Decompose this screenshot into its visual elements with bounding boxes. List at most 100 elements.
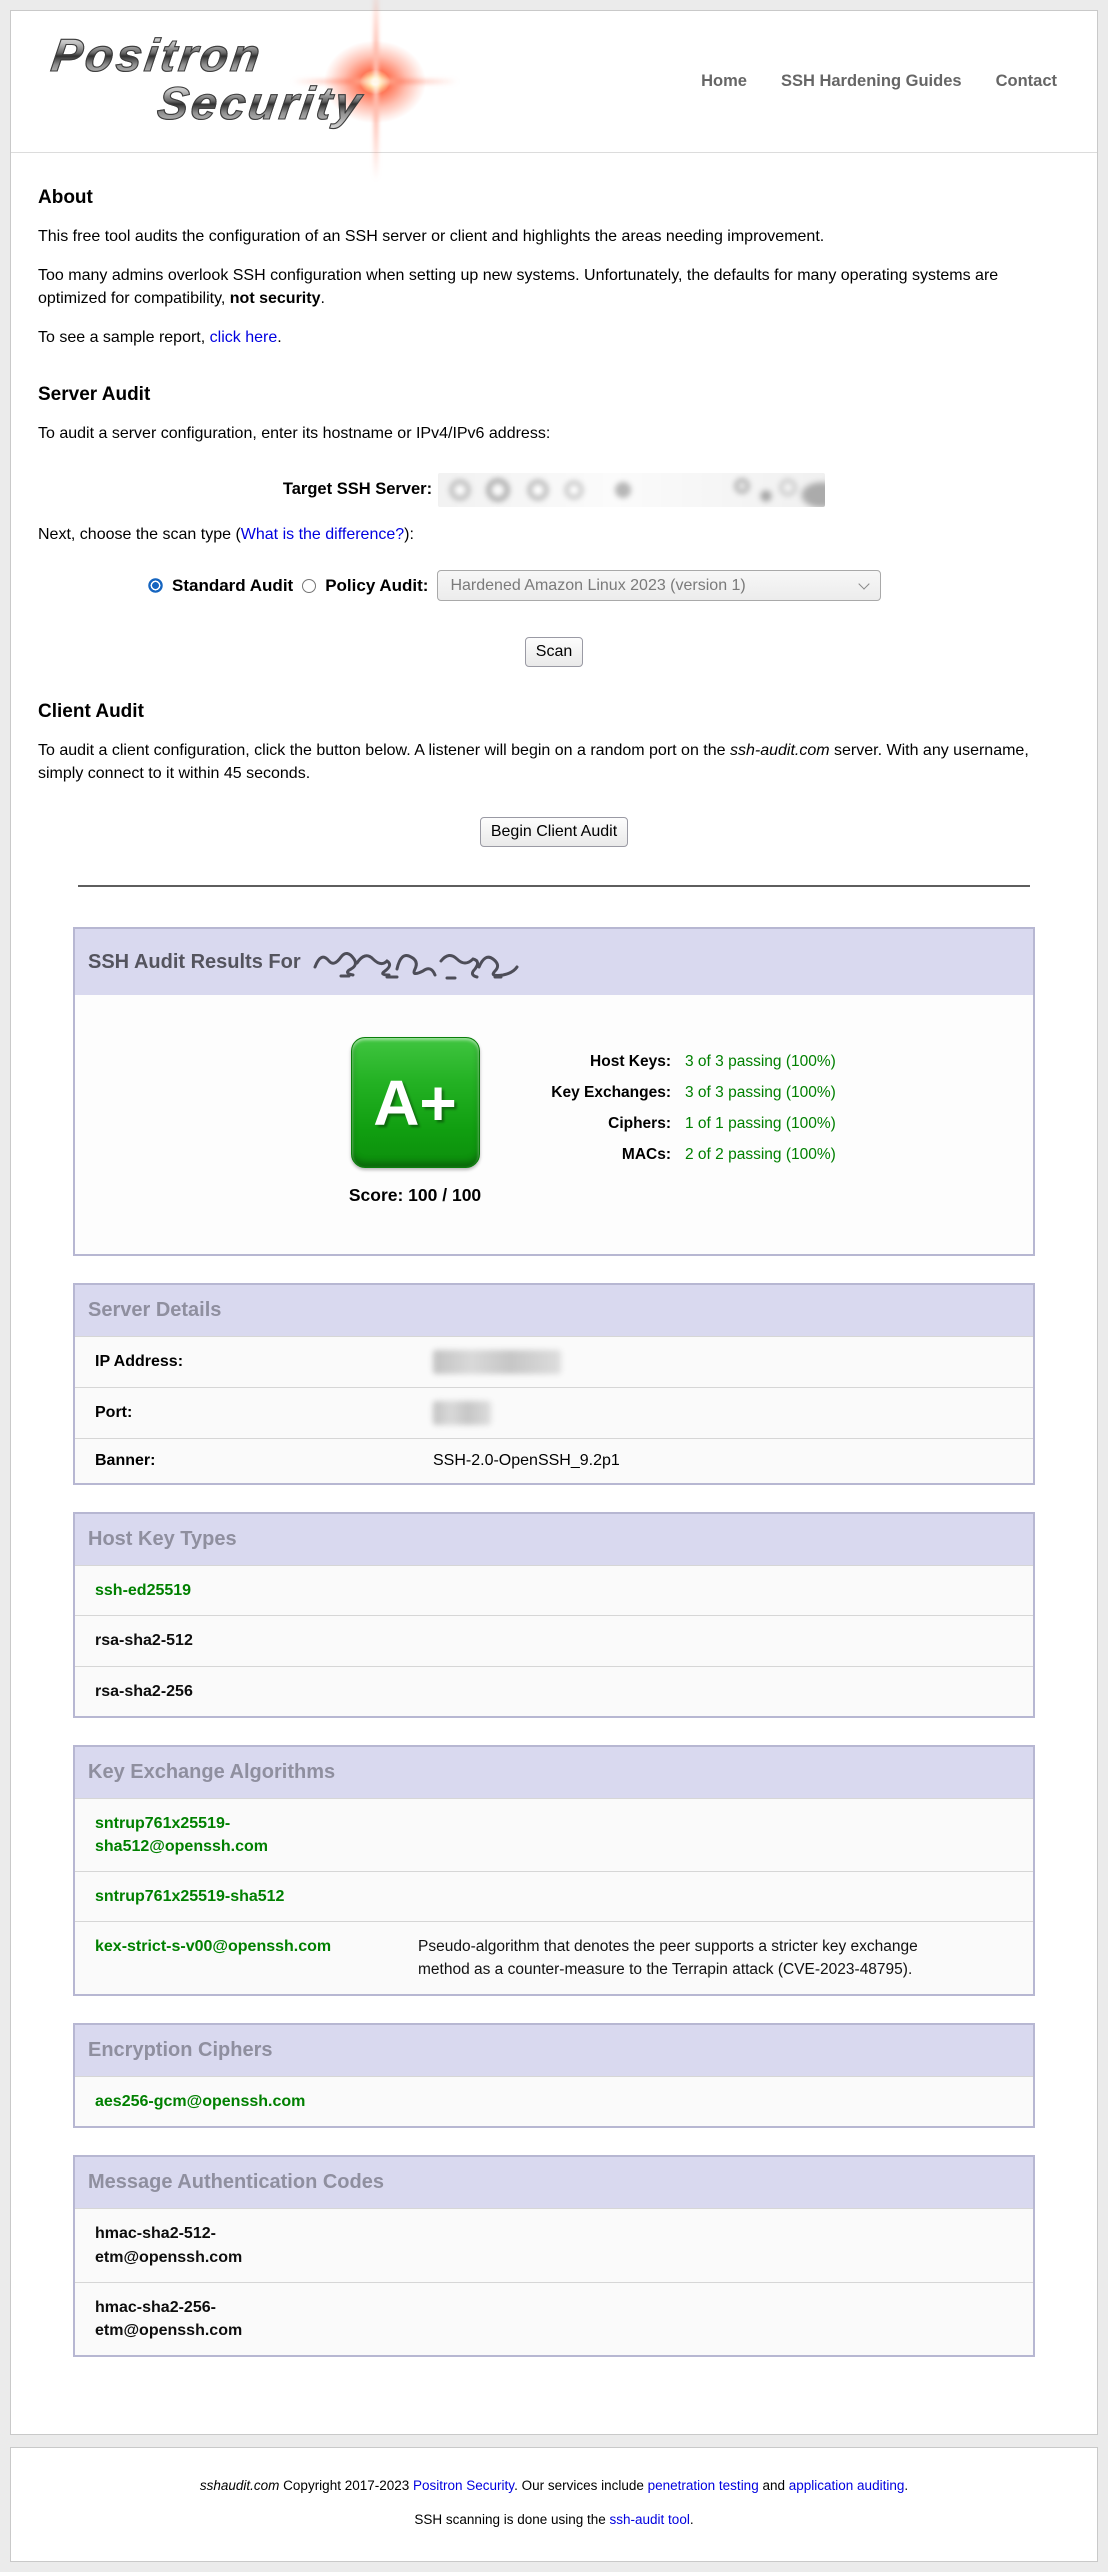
client-audit-heading: Client Audit <box>38 701 1070 723</box>
scan-type-text: Next, choose the scan type ( <box>38 526 241 543</box>
list-item: rsa-sha2-256 <box>75 1666 1033 1716</box>
footer-period: . <box>904 2478 908 2493</box>
footer-line1: sshaudit.com Copyright 2017-2023 Positro… <box>31 2478 1077 2493</box>
client-audit-text: To audit a client configuration, click t… <box>38 742 730 759</box>
about-heading: About <box>38 187 1070 209</box>
list-item: rsa-sha2-512 <box>75 1615 1033 1665</box>
server-details-header: Server Details <box>75 1285 1033 1336</box>
nav-ssh-hardening-guides[interactable]: SSH Hardening Guides <box>781 72 962 91</box>
nav-contact[interactable]: Contact <box>996 72 1057 91</box>
about-p2-bold: not security <box>230 290 321 307</box>
grade-badge: A+ <box>351 1037 480 1168</box>
stats-column: Host Keys: 3 of 3 passing (100%) Key Exc… <box>511 1037 836 1206</box>
macs-header: Message Authentication Codes <box>75 2157 1033 2208</box>
begin-client-audit-row: Begin Client Audit <box>38 817 1070 847</box>
stat-label: Key Exchanges: <box>511 1084 671 1102</box>
stat-label: Ciphers: <box>511 1115 671 1133</box>
section-divider <box>78 885 1030 887</box>
list-item: kex-strict-s-v00@openssh.com Pseudo-algo… <box>75 1921 1033 1994</box>
footer-and-text: and <box>759 2478 789 2493</box>
host-key-name: rsa-sha2-256 <box>95 1680 418 1703</box>
banner-value: SSH-2.0-OpenSSH_9.2p1 <box>433 1452 620 1470</box>
kex-algorithm-name: sntrup761x25519- sha512@openssh.com <box>95 1812 418 1858</box>
ip-address-label: IP Address: <box>95 1353 433 1371</box>
host-key-types-header: Host Key Types <box>75 1514 1033 1565</box>
stat-value: 3 of 3 passing (100%) <box>685 1053 836 1071</box>
port-label: Port: <box>95 1404 433 1422</box>
audit-results-panel: SSH Audit Results For <box>73 927 1035 1256</box>
audit-results-title: SSH Audit Results For <box>88 951 301 974</box>
footer-pentest-link[interactable]: penetration testing <box>648 2478 759 2493</box>
target-ssh-server-label: Target SSH Server: <box>283 480 432 499</box>
footer-line2-period: . <box>690 2512 694 2527</box>
list-item: sntrup761x25519- sha512@openssh.com <box>75 1798 1033 1871</box>
stat-value: 3 of 3 passing (100%) <box>685 1084 836 1102</box>
stat-label: Host Keys: <box>511 1053 671 1071</box>
list-item: hmac-sha2-512- etm@openssh.com <box>75 2208 1033 2281</box>
stat-value: 2 of 2 passing (100%) <box>685 1146 836 1164</box>
site-footer: sshaudit.com Copyright 2017-2023 Positro… <box>10 2447 1098 2562</box>
main-content-card: Positron Security Home SSH Hardening Gui… <box>10 10 1098 2435</box>
policy-audit-radio[interactable] <box>302 579 316 593</box>
table-row: Port: <box>75 1387 1033 1438</box>
positron-security-logo: Positron Security <box>38 16 468 148</box>
key-exchange-header: Key Exchange Algorithms <box>75 1747 1033 1798</box>
footer-line2: SSH scanning is done using the ssh-audit… <box>31 2512 1077 2527</box>
footer-scanning-text: SSH scanning is done using the <box>414 2512 609 2527</box>
target-ssh-server-input[interactable] <box>438 473 825 507</box>
sample-report-text: To see a sample report, <box>38 329 210 346</box>
encryption-ciphers-header: Encryption Ciphers <box>75 2025 1033 2076</box>
target-server-row: Target SSH Server: <box>38 473 1070 507</box>
mac-name: hmac-sha2-256- etm@openssh.com <box>95 2296 418 2342</box>
footer-appaudit-link[interactable]: application auditing <box>789 2478 905 2493</box>
host-key-name: rsa-sha2-512 <box>95 1629 418 1652</box>
list-item: sntrup761x25519-sha512 <box>75 1871 1033 1921</box>
encryption-ciphers-panel: Encryption Ciphers aes256-gcm@openssh.co… <box>73 2023 1035 2128</box>
server-details-panel: Server Details IP Address: Port: Banner:… <box>73 1283 1035 1485</box>
footer-ssh-audit-tool-link[interactable]: ssh-audit tool <box>610 2512 690 2527</box>
list-item: aes256-gcm@openssh.com <box>75 2076 1033 2126</box>
table-row: Banner: SSH-2.0-OpenSSH_9.2p1 <box>75 1438 1033 1483</box>
logo-line1: Positron <box>48 28 266 82</box>
footer-copyright-text: Copyright 2017-2023 <box>279 2478 413 2493</box>
scan-button[interactable]: Scan <box>525 637 583 667</box>
redacted-input-content <box>438 473 825 507</box>
site-header: Positron Security Home SSH Hardening Gui… <box>11 11 1097 153</box>
footer-company-link[interactable]: Positron Security <box>413 2478 514 2493</box>
audit-results-body: A+ Score: 100 / 100 Host Keys: 3 of 3 pa… <box>75 995 1033 1254</box>
macs-panel: Message Authentication Codes hmac-sha2-5… <box>73 2155 1035 2357</box>
kex-algorithm-name: kex-strict-s-v00@openssh.com <box>95 1935 418 1981</box>
redacted-hostname <box>311 945 523 981</box>
about-p2-period: . <box>320 290 324 307</box>
banner-label: Banner: <box>95 1452 433 1470</box>
redacted-ip-address <box>433 1350 561 1374</box>
table-row: IP Address: <box>75 1336 1033 1387</box>
footer-services-text: . Our services include <box>514 2478 648 2493</box>
nav-home[interactable]: Home <box>701 72 747 91</box>
scan-button-row: Scan <box>38 637 1070 667</box>
client-audit-domain: ssh-audit.com <box>730 742 830 759</box>
stat-label: MACs: <box>511 1146 671 1164</box>
grade-column: A+ Score: 100 / 100 <box>349 1037 481 1206</box>
score-text: Score: 100 / 100 <box>349 1185 481 1206</box>
chevron-down-icon <box>859 578 870 589</box>
main-nav: Home SSH Hardening Guides Contact <box>701 72 1057 91</box>
audit-results-header: SSH Audit Results For <box>75 929 1033 995</box>
scan-type-text-after: ): <box>404 526 414 543</box>
policy-select[interactable]: Hardened Amazon Linux 2023 (version 1) <box>437 570 881 601</box>
begin-client-audit-button[interactable]: Begin Client Audit <box>480 817 628 847</box>
footer-site-name: sshaudit.com <box>200 2478 280 2493</box>
about-p2-text: Too many admins overlook SSH configurati… <box>38 267 998 306</box>
about-paragraph-1: This free tool audits the configuration … <box>38 226 1070 248</box>
scan-type-difference-link[interactable]: What is the difference? <box>241 526 404 543</box>
server-audit-heading: Server Audit <box>38 384 1070 406</box>
logo-line2: Security <box>154 76 367 130</box>
host-key-name: ssh-ed25519 <box>95 1579 418 1602</box>
kex-algorithm-note: Pseudo-algorithm that denotes the peer s… <box>418 1935 950 1981</box>
client-audit-paragraph: To audit a client configuration, click t… <box>38 740 1070 785</box>
stat-value: 1 of 1 passing (100%) <box>685 1115 836 1133</box>
sample-report-period: . <box>277 329 281 346</box>
standard-audit-radio[interactable] <box>148 578 163 593</box>
sample-report-link[interactable]: click here <box>210 329 278 346</box>
scan-type-row: Standard Audit Policy Audit: Hardened Am… <box>148 570 1070 601</box>
